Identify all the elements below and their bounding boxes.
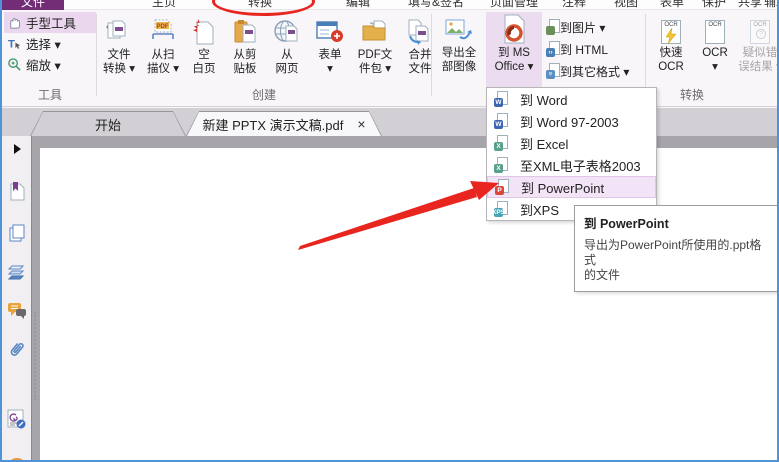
tab-view[interactable]: 视图 bbox=[614, 0, 638, 10]
document-page bbox=[40, 148, 777, 460]
blank-page-icon bbox=[186, 14, 222, 46]
group-separator bbox=[96, 14, 97, 96]
excel-file-icon: X bbox=[494, 135, 508, 151]
file-convert-button[interactable]: 文件 转换 ▾ bbox=[98, 14, 140, 90]
export-all-images-button[interactable]: 导出全 部图像 bbox=[434, 12, 484, 88]
create-group: 文件 转换 ▾ PDF 从扫 描仪 ▾ 空 白页 从剪 贴板 从 网页 表单 ▾… bbox=[98, 12, 432, 106]
from-scanner-button[interactable]: PDF 从扫 描仪 ▾ bbox=[142, 14, 184, 90]
word-file-icon: W bbox=[494, 113, 508, 129]
ribbon: 手型工具 T 选择 ▾ 缩放 ▾ 工具 文件 转换 ▾ PDF 从扫 描仪 ▾ … bbox=[2, 10, 777, 107]
create-group-label: 创建 bbox=[251, 88, 276, 102]
blank-page-button[interactable]: 空 白页 bbox=[186, 14, 222, 90]
tab-edit[interactable]: 编辑 bbox=[346, 0, 370, 10]
app-window: 文件 主页 转换 编辑 填写&签名 页面管理 注释 视图 表单 保护 共享 辅助… bbox=[0, 0, 779, 462]
to-html-button[interactable]: ‹› 到 HTML bbox=[546, 38, 644, 60]
tooltip-title: 到 PowerPoint bbox=[584, 217, 669, 231]
menu-item-to-powerpoint[interactable]: P 到 PowerPoint bbox=[487, 176, 656, 198]
tab-form[interactable]: 表单 bbox=[660, 0, 684, 10]
menu-item-to-excel[interactable]: X 到 Excel bbox=[487, 132, 656, 154]
to-html-icon: ‹› bbox=[546, 41, 560, 57]
bookmarks-panel-icon[interactable] bbox=[6, 180, 28, 202]
ocr-button[interactable]: OCR OCR ▾ bbox=[696, 12, 734, 88]
tab-fill-sign[interactable]: 填写&签名 bbox=[408, 0, 464, 10]
scanner-icon: PDF bbox=[142, 14, 184, 46]
group-separator bbox=[431, 14, 432, 96]
menu-item-to-word-97-2003[interactable]: W 到 Word 97-2003 bbox=[487, 110, 656, 132]
tab-accessibility[interactable]: 辅助工具 bbox=[764, 0, 777, 10]
menu-item-to-word[interactable]: W 到 Word bbox=[487, 88, 656, 110]
svg-text:PDF: PDF bbox=[157, 24, 169, 30]
tab-file[interactable]: 文件 bbox=[2, 0, 64, 10]
tools-group-label: 工具 bbox=[37, 88, 62, 102]
folder-icon bbox=[352, 14, 398, 46]
xps-file-icon: XPS bbox=[494, 201, 508, 217]
ms-office-icon bbox=[486, 12, 542, 44]
tab-protect[interactable]: 保护 bbox=[702, 0, 726, 10]
tooltip-body-line2: 的文件 bbox=[584, 268, 621, 282]
select-tool-button[interactable]: T 选择 ▾ bbox=[4, 33, 96, 54]
tab-share[interactable]: 共享 bbox=[738, 0, 762, 10]
clipboard-icon bbox=[224, 14, 266, 46]
tab-page-organize[interactable]: 页面管理 bbox=[490, 0, 538, 10]
from-clipboard-button[interactable]: 从剪 贴板 bbox=[224, 14, 266, 90]
tab-document[interactable]: 新建 PPTX 演示文稿.pdf × bbox=[186, 111, 382, 136]
quick-ocr-icon: OCR bbox=[650, 12, 692, 44]
navigation-sidebar bbox=[2, 136, 32, 460]
expand-panel-arrow-icon[interactable] bbox=[6, 138, 28, 160]
comments-panel-icon[interactable] bbox=[6, 300, 28, 322]
zoom-tool-button[interactable]: 缩放 ▾ bbox=[4, 54, 96, 75]
form-icon bbox=[310, 14, 350, 46]
attachments-panel-icon[interactable] bbox=[6, 338, 28, 360]
word-file-icon: W bbox=[494, 91, 508, 107]
hand-tool-button[interactable]: 手型工具 bbox=[4, 12, 96, 33]
excel-file-icon: X bbox=[494, 157, 508, 173]
pdf-portfolio-button[interactable]: PDF文 件包 ▾ bbox=[352, 14, 398, 90]
svg-text:T: T bbox=[8, 38, 15, 50]
sidebar-icon-partial[interactable] bbox=[6, 452, 28, 460]
powerpoint-file-icon: P bbox=[495, 179, 509, 195]
hand-icon bbox=[10, 18, 21, 29]
convert-small-buttons: 到图片 ▾ ‹› 到 HTML ≡ 到其它格式 ▾ bbox=[546, 16, 644, 82]
close-tab-icon[interactable]: × bbox=[357, 117, 365, 131]
to-ms-office-button[interactable]: 到 MS Office ▾ bbox=[486, 12, 542, 88]
globe-icon bbox=[268, 14, 306, 46]
quick-ocr-button[interactable]: OCR 快速 OCR bbox=[650, 12, 692, 88]
ribbon-tab-bar: 文件 主页 转换 编辑 填写&签名 页面管理 注释 视图 表单 保护 共享 辅助… bbox=[2, 0, 777, 10]
pages-panel-icon[interactable] bbox=[6, 222, 28, 244]
document-area bbox=[2, 136, 777, 460]
form-button[interactable]: 表单 ▾ bbox=[310, 14, 350, 90]
magnifier-icon bbox=[8, 58, 21, 71]
tab-home[interactable]: 主页 bbox=[152, 0, 176, 10]
ms-office-dropdown-menu: W 到 Word W 到 Word 97-2003 X 到 Excel X 至X… bbox=[486, 87, 657, 221]
group-separator bbox=[645, 14, 646, 96]
tools-group: 手型工具 T 选择 ▾ 缩放 ▾ 工具 bbox=[4, 12, 96, 106]
text-select-icon: T bbox=[8, 38, 21, 50]
to-other-format-icon: ≡ bbox=[546, 63, 560, 79]
to-image-icon bbox=[546, 19, 560, 35]
ocr-icon: OCR bbox=[696, 12, 734, 44]
tooltip-body-line1: 导出为PowerPoint所使用的.ppt格式 bbox=[584, 238, 762, 267]
signature-panel-icon[interactable] bbox=[6, 408, 28, 430]
document-tab-bar: 开始 新建 PPTX 演示文稿.pdf × bbox=[2, 108, 777, 136]
powerpoint-tooltip: 到 PowerPoint 导出为PowerPoint所使用的.ppt格式 的文件 bbox=[574, 205, 777, 292]
panel-splitter[interactable] bbox=[34, 312, 36, 400]
tab-start[interactable]: 开始 bbox=[30, 111, 186, 136]
tab-comment[interactable]: 注释 bbox=[562, 0, 586, 10]
convert-files-icon bbox=[98, 14, 140, 46]
export-images-icon bbox=[434, 12, 484, 44]
to-image-button[interactable]: 到图片 ▾ bbox=[546, 16, 644, 38]
suspect-results-icon: OCR? bbox=[738, 12, 777, 44]
menu-item-to-xml-spreadsheet[interactable]: X 至XML电子表格2003 bbox=[487, 154, 656, 176]
suspect-results-button: OCR? 疑似错 误结果 ▾ bbox=[738, 12, 777, 88]
from-webpage-button[interactable]: 从 网页 bbox=[268, 14, 306, 90]
layers-panel-icon[interactable] bbox=[6, 262, 28, 284]
to-other-format-button[interactable]: ≡ 到其它格式 ▾ bbox=[546, 60, 644, 82]
